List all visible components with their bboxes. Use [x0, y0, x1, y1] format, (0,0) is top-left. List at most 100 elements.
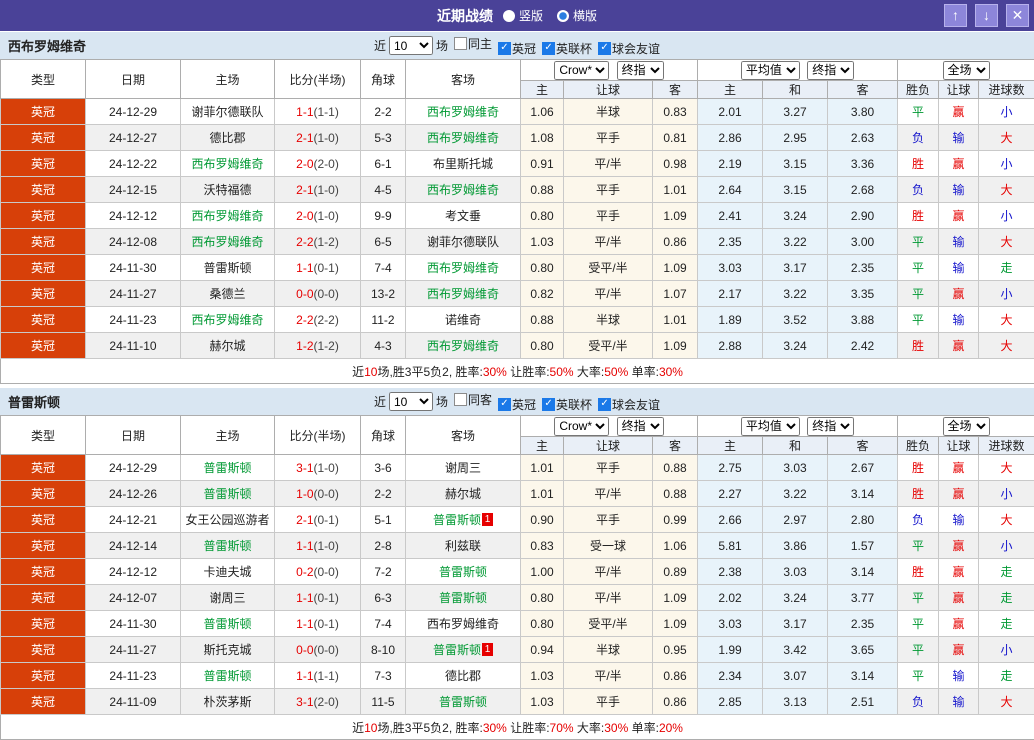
league-badge: 英冠: [1, 689, 86, 715]
ah-away-odds: 0.86: [653, 229, 698, 255]
filter-checkboxes: 同主英冠英联杯球会友谊: [448, 35, 660, 57]
radio-horizontal-layout[interactable]: 横版: [557, 7, 597, 24]
ah-home-odds: 0.94: [521, 637, 564, 663]
odds-company-select[interactable]: Crow*: [554, 417, 609, 436]
games-label: 场: [436, 393, 448, 410]
home-team: 普雷斯顿: [181, 481, 275, 507]
avg-odds-select[interactable]: 平均值: [741, 417, 800, 436]
fullmatch-select[interactable]: 全场: [943, 417, 990, 436]
filter-checkbox[interactable]: 同主: [454, 35, 492, 52]
corners: 7-4: [361, 611, 406, 637]
ah-line: 受平/半: [564, 255, 653, 281]
col-ah-line: 让球: [564, 437, 653, 455]
col-home: 主场: [181, 60, 275, 99]
avg-final-select[interactable]: 终指: [807, 61, 854, 80]
checkbox-icon[interactable]: [454, 37, 467, 50]
checkbox-icon[interactable]: [542, 42, 555, 55]
match-rows: 英冠 24-12-29 普雷斯顿 3-1(1-0) 3-6 谢周三 1.01 平…: [1, 455, 1034, 715]
col-date: 日期: [86, 416, 181, 455]
filter-checkbox[interactable]: 球会友谊: [598, 40, 660, 57]
eu-home-odds: 2.41: [698, 203, 763, 229]
result-goals: 走: [979, 559, 1034, 585]
match-row: 英冠 24-11-09 朴茨茅斯 3-1(2-0) 11-5 普雷斯顿 1.03…: [1, 689, 1034, 715]
col-eu-draw: 和: [763, 81, 828, 99]
result-goals: 走: [979, 611, 1034, 637]
ah-home-odds: 0.82: [521, 281, 564, 307]
result-handicap: 输: [939, 507, 979, 533]
corners: 7-4: [361, 255, 406, 281]
result-goals: 小: [979, 203, 1034, 229]
checkbox-icon[interactable]: [598, 42, 611, 55]
away-team: 布里斯托城: [406, 151, 521, 177]
filter-checkbox[interactable]: 同客: [454, 391, 492, 408]
filter-checkbox[interactable]: 英冠: [498, 396, 536, 413]
fullmatch-select[interactable]: 全场: [943, 61, 990, 80]
result-group: 全场: [898, 60, 1034, 81]
match-date: 24-11-30: [86, 611, 181, 637]
checkbox-icon[interactable]: [498, 398, 511, 411]
result-wdl: 平: [898, 255, 939, 281]
checkbox-icon[interactable]: [454, 393, 467, 406]
match-row: 英冠 24-11-23 普雷斯顿 1-1(1-1) 7-3 德比郡 1.03 平…: [1, 663, 1034, 689]
avg-final-select[interactable]: 终指: [807, 417, 854, 436]
filter-checkbox[interactable]: 英联杯: [542, 40, 592, 57]
move-up-button[interactable]: ↑: [944, 4, 967, 27]
ah-away-odds: 0.88: [653, 481, 698, 507]
eu-away-odds: 2.68: [828, 177, 898, 203]
result-wdl: 负: [898, 177, 939, 203]
home-team: 沃特福德: [181, 177, 275, 203]
odds-final-select[interactable]: 终指: [617, 61, 664, 80]
eu-home-odds: 2.17: [698, 281, 763, 307]
ah-away-odds: 1.07: [653, 281, 698, 307]
home-team: 德比郡: [181, 125, 275, 151]
ah-line: 平手: [564, 177, 653, 203]
league-badge: 英冠: [1, 281, 86, 307]
eu-away-odds: 3.14: [828, 481, 898, 507]
move-down-button[interactable]: ↓: [975, 4, 998, 27]
eu-draw-odds: 3.03: [763, 559, 828, 585]
checkbox-icon[interactable]: [498, 42, 511, 55]
checkbox-icon[interactable]: [542, 398, 555, 411]
radio-icon[interactable]: [503, 10, 515, 22]
score: 1-1(0-1): [275, 255, 361, 281]
recent-count-select[interactable]: 10: [389, 392, 433, 411]
radio-icon[interactable]: [557, 10, 569, 22]
eu-away-odds: 3.36: [828, 151, 898, 177]
eu-home-odds: 2.19: [698, 151, 763, 177]
recent-label: 近: [374, 393, 386, 410]
league-badge: 英冠: [1, 559, 86, 585]
eu-home-odds: 2.75: [698, 455, 763, 481]
checkbox-icon[interactable]: [598, 398, 611, 411]
rank-badge: 1: [482, 513, 493, 526]
result-goals: 大: [979, 307, 1034, 333]
odds-company-select[interactable]: Crow*: [554, 61, 609, 80]
titlebar: 近期战绩 竖版 横版 ↑ ↓ ✕: [0, 0, 1034, 31]
ah-away-odds: 1.06: [653, 533, 698, 559]
avg-odds-select[interactable]: 平均值: [741, 61, 800, 80]
radio-horizontal-label: 横版: [573, 7, 597, 24]
recent-count-select[interactable]: 10: [389, 36, 433, 55]
match-row: 英冠 24-12-08 西布罗姆维奇 2-2(1-2) 6-5 谢菲尔德联队 1…: [1, 229, 1034, 255]
ah-line: 平手: [564, 203, 653, 229]
recent-label: 近: [374, 37, 386, 54]
result-handicap: 赢: [939, 455, 979, 481]
odds-final-select[interactable]: 终指: [617, 417, 664, 436]
away-team: 普雷斯顿: [406, 559, 521, 585]
eu-home-odds: 1.99: [698, 637, 763, 663]
match-date: 24-12-14: [86, 533, 181, 559]
result-group: 全场: [898, 416, 1034, 437]
radio-vertical-layout[interactable]: 竖版: [503, 7, 543, 24]
filter-checkbox[interactable]: 球会友谊: [598, 396, 660, 413]
score: 3-1(1-0): [275, 455, 361, 481]
filter-checkbox[interactable]: 英联杯: [542, 396, 592, 413]
match-row: 英冠 24-12-29 普雷斯顿 3-1(1-0) 3-6 谢周三 1.01 平…: [1, 455, 1034, 481]
filter-checkbox[interactable]: 英冠: [498, 40, 536, 57]
away-team: 西布罗姆维奇: [406, 255, 521, 281]
eu-away-odds: 2.51: [828, 689, 898, 715]
result-wdl: 平: [898, 663, 939, 689]
close-button[interactable]: ✕: [1006, 4, 1029, 27]
eu-draw-odds: 3.27: [763, 99, 828, 125]
col-eu-home: 主: [698, 437, 763, 455]
col-corner: 角球: [361, 60, 406, 99]
league-badge: 英冠: [1, 663, 86, 689]
